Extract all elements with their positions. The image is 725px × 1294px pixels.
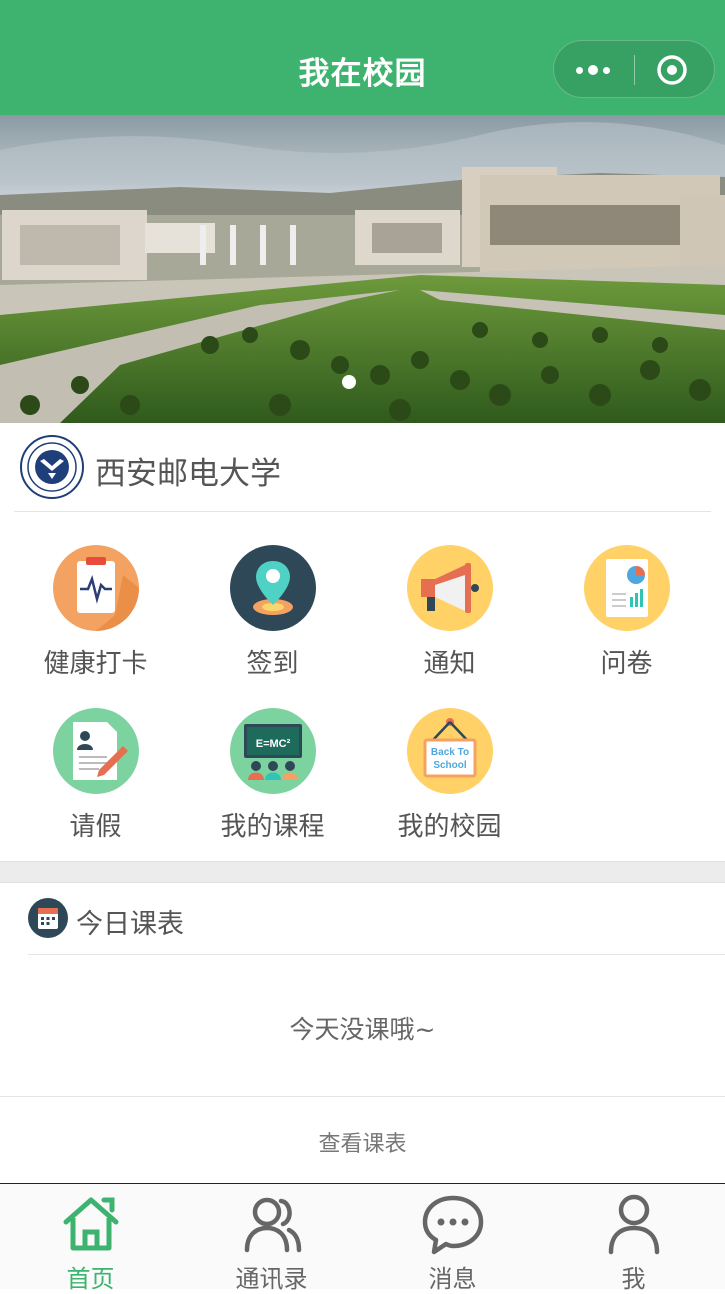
banner-indicator-dot[interactable] xyxy=(342,375,356,389)
divider xyxy=(14,511,711,512)
campus-photo xyxy=(0,115,725,423)
sign-text-line-1: Back To xyxy=(431,747,469,758)
survey-report-icon xyxy=(584,545,670,631)
today-timetable-header: 今日课表 xyxy=(0,882,725,954)
feature-label: 通知 xyxy=(423,649,476,679)
feature-label: 健康打卡 xyxy=(43,649,148,679)
back-to-school-sign-icon: Back To School xyxy=(407,708,493,794)
tab-label: 首页 xyxy=(66,1265,115,1293)
classroom-board-icon: E=MC² xyxy=(230,708,316,794)
feature-label: 签到 xyxy=(246,649,299,679)
top-nav-bar: 我在校园 xyxy=(0,0,725,115)
view-timetable-button[interactable]: 查看课表 xyxy=(0,1126,725,1158)
no-class-message: 今天没课哦~ xyxy=(289,1015,436,1044)
tab-home[interactable]: 首页 xyxy=(0,1184,181,1293)
message-bubble-icon xyxy=(422,1195,484,1255)
board-text: E=MC² xyxy=(256,738,291,750)
divider xyxy=(28,954,725,955)
campus-banner[interactable] xyxy=(0,115,725,423)
feature-survey[interactable]: 问卷 xyxy=(538,545,715,695)
feature-label: 请假 xyxy=(69,812,122,842)
tab-label: 我 xyxy=(621,1265,646,1293)
university-logo-icon xyxy=(20,435,84,499)
feature-my-courses[interactable]: E=MC² 我的课程 xyxy=(184,708,361,858)
leave-form-icon xyxy=(53,708,139,794)
feature-label: 我的校园 xyxy=(397,812,502,842)
close-target-icon[interactable] xyxy=(656,54,688,86)
tab-label: 消息 xyxy=(428,1265,477,1293)
mini-program-capsule xyxy=(553,40,715,98)
sign-text-line-2: School xyxy=(433,760,467,771)
section-separator xyxy=(0,861,725,883)
tab-contacts[interactable]: 通讯录 xyxy=(181,1184,362,1293)
contacts-icon xyxy=(244,1197,302,1253)
location-pin-icon xyxy=(230,545,316,631)
feature-leave[interactable]: 请假 xyxy=(7,708,184,858)
feature-label: 我的课程 xyxy=(220,812,325,842)
feature-notice[interactable]: 通知 xyxy=(361,545,538,695)
university-header: 西安邮电大学 xyxy=(0,423,725,511)
more-icon[interactable] xyxy=(574,63,614,77)
bottom-tab-bar: 首页 通讯录 消息 我 xyxy=(0,1183,725,1293)
tab-messages[interactable]: 消息 xyxy=(362,1184,543,1293)
today-timetable-title: 今日课表 xyxy=(76,909,184,940)
feature-label: 问卷 xyxy=(600,649,653,679)
tab-label: 通讯录 xyxy=(235,1265,308,1293)
calendar-icon xyxy=(28,898,68,938)
divider xyxy=(0,1096,725,1097)
feature-health-checkin[interactable]: 健康打卡 xyxy=(7,545,184,695)
feature-sign-in[interactable]: 签到 xyxy=(184,545,361,695)
megaphone-icon xyxy=(407,545,493,631)
capsule-divider xyxy=(634,55,635,85)
person-icon xyxy=(608,1194,660,1255)
feature-my-campus[interactable]: Back To School 我的校园 xyxy=(361,708,538,858)
tab-me[interactable]: 我 xyxy=(543,1184,724,1293)
health-clipboard-icon xyxy=(53,545,139,631)
home-icon xyxy=(63,1197,119,1251)
university-name: 西安邮电大学 xyxy=(95,456,281,492)
